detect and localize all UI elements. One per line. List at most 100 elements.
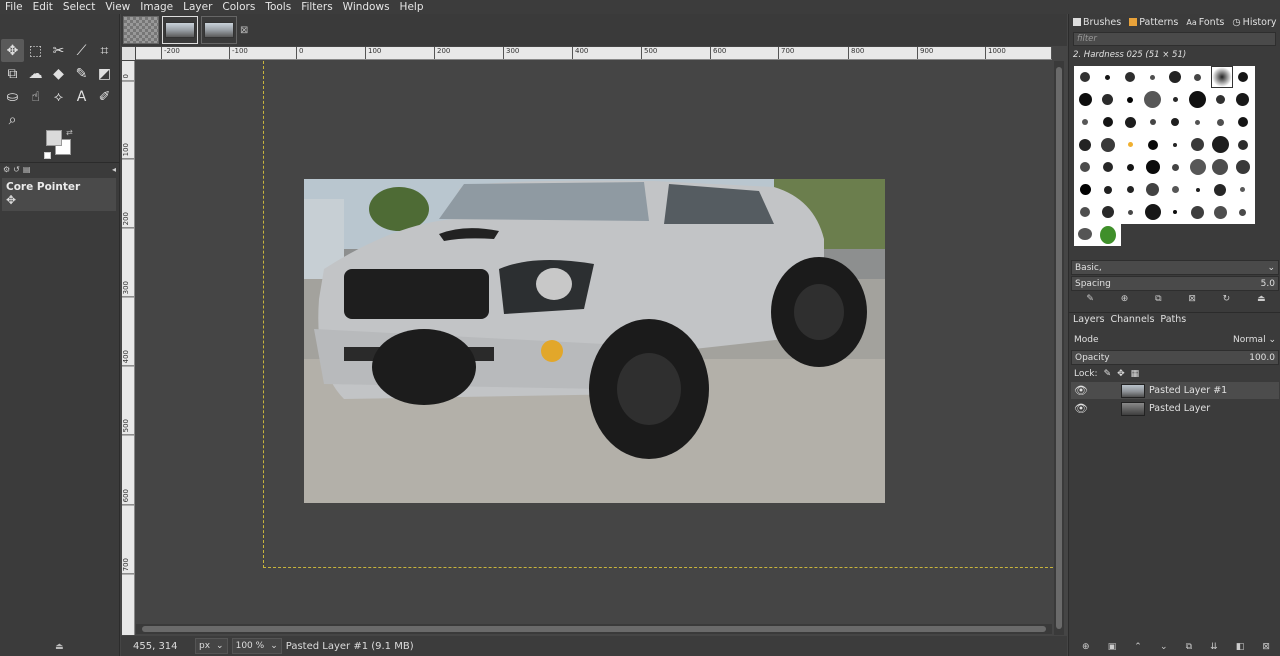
brush-item[interactable] bbox=[1146, 183, 1160, 197]
lower-layer-icon[interactable]: ⌄ bbox=[1160, 642, 1168, 654]
mask-icon[interactable]: ◧ bbox=[1236, 642, 1245, 654]
brush-item[interactable] bbox=[1189, 91, 1207, 109]
zoom-tool-icon[interactable]: ⌕ bbox=[1, 108, 24, 131]
brush-item[interactable] bbox=[1172, 97, 1178, 103]
menu-tools[interactable]: Tools bbox=[260, 0, 296, 14]
raise-layer-icon[interactable]: ⌃ bbox=[1134, 642, 1142, 654]
eraser-tool-icon[interactable]: ◩ bbox=[93, 62, 116, 85]
layer-row[interactable]: 👁 Pasted Layer bbox=[1071, 400, 1279, 417]
brush-item[interactable] bbox=[1237, 117, 1248, 128]
brush-item[interactable] bbox=[1080, 162, 1091, 173]
brush-item[interactable] bbox=[1240, 187, 1246, 193]
canvas[interactable] bbox=[136, 61, 1063, 635]
default-colors-icon[interactable] bbox=[44, 152, 51, 159]
brush-item[interactable] bbox=[1173, 210, 1178, 215]
brush-item[interactable] bbox=[1150, 74, 1156, 80]
menu-edit[interactable]: Edit bbox=[28, 0, 58, 14]
scissors-tool-icon[interactable]: ✂ bbox=[47, 39, 70, 62]
menu-view[interactable]: View bbox=[100, 0, 135, 14]
move-tool-icon[interactable]: ✥ bbox=[1, 39, 24, 62]
brush-grid[interactable] bbox=[1074, 66, 1255, 224]
reset-icon[interactable]: ⏏ bbox=[55, 642, 64, 652]
horizontal-scrollbar-thumb[interactable] bbox=[142, 626, 1046, 632]
brush-item[interactable] bbox=[1080, 207, 1091, 218]
clone-tool-icon[interactable]: ⛀ bbox=[1, 85, 24, 108]
spacing-slider[interactable]: Spacing 5.0 bbox=[1071, 276, 1279, 291]
color-swatches[interactable]: ⇄ bbox=[44, 128, 76, 160]
color-picker-tool-icon[interactable]: ✐ bbox=[93, 85, 116, 108]
menu-help[interactable]: Help bbox=[395, 0, 429, 14]
brush-item[interactable] bbox=[1144, 204, 1161, 221]
brush-item[interactable] bbox=[1191, 138, 1205, 152]
duplicate-layer-icon[interactable]: ⧉ bbox=[1186, 642, 1192, 654]
undo-history-tab-icon[interactable]: ▤ bbox=[23, 165, 31, 174]
brush-item[interactable] bbox=[1239, 208, 1247, 216]
brush-item[interactable] bbox=[1147, 139, 1158, 150]
swap-colors-icon[interactable]: ⇄ bbox=[66, 128, 73, 137]
brush-preset-select[interactable]: Basic, ⌄ bbox=[1071, 260, 1279, 275]
refresh-brushes-icon[interactable]: ↻ bbox=[1223, 294, 1231, 308]
menu-colors[interactable]: Colors bbox=[217, 0, 260, 14]
brush-item[interactable] bbox=[1235, 160, 1250, 175]
eye-icon[interactable]: 👁 bbox=[1071, 384, 1091, 397]
brush-item[interactable] bbox=[1125, 72, 1136, 83]
brush-item[interactable] bbox=[1100, 226, 1116, 244]
warp-tool-icon[interactable]: ☁ bbox=[24, 62, 47, 85]
transform-tool-icon[interactable]: ⧉ bbox=[1, 62, 24, 85]
tab-channels[interactable]: Channels bbox=[1110, 314, 1154, 325]
brush-item[interactable] bbox=[1171, 186, 1179, 194]
brush-item[interactable] bbox=[1191, 205, 1205, 219]
brush-item[interactable] bbox=[1145, 160, 1160, 175]
brush-item[interactable] bbox=[1126, 186, 1134, 194]
brush-item[interactable] bbox=[1079, 138, 1092, 151]
delete-layer-icon[interactable]: ⊠ bbox=[1262, 642, 1270, 654]
brush-item[interactable] bbox=[1195, 119, 1201, 125]
brush-item[interactable] bbox=[1194, 73, 1202, 81]
brush-item[interactable] bbox=[1171, 163, 1179, 171]
brush-item[interactable] bbox=[1215, 95, 1225, 105]
fuzzy-select-tool-icon[interactable]: ⟋ bbox=[70, 39, 93, 62]
text-tool-icon[interactable]: A bbox=[70, 85, 93, 108]
eye-icon[interactable]: 👁 bbox=[1071, 402, 1091, 415]
brush-item[interactable] bbox=[1216, 118, 1224, 126]
device-status-tab-icon[interactable]: ↺ bbox=[13, 165, 20, 174]
horizontal-scrollbar[interactable] bbox=[136, 624, 1052, 634]
brush-item[interactable] bbox=[1169, 71, 1182, 84]
vertical-scrollbar[interactable] bbox=[1054, 61, 1064, 635]
new-brush-icon[interactable]: ⊕ bbox=[1121, 294, 1129, 308]
brush-item[interactable] bbox=[1127, 96, 1134, 103]
unit-select[interactable]: px ⌄ bbox=[195, 638, 228, 654]
brush-item[interactable] bbox=[1213, 205, 1227, 219]
menu-file[interactable]: File bbox=[0, 0, 28, 14]
delete-brush-icon[interactable]: ⊠ bbox=[1188, 294, 1196, 308]
brush-item[interactable] bbox=[1078, 93, 1092, 107]
brush-item[interactable] bbox=[1171, 118, 1180, 127]
brush-item[interactable] bbox=[1211, 136, 1229, 154]
lock-position-icon[interactable]: ✥ bbox=[1117, 369, 1125, 379]
paintbrush-tool-icon[interactable]: ✎ bbox=[70, 62, 93, 85]
brush-item[interactable] bbox=[1078, 228, 1092, 240]
image-tab-1[interactable] bbox=[123, 16, 159, 44]
brush-item[interactable] bbox=[1214, 183, 1227, 196]
brush-item[interactable] bbox=[1124, 116, 1136, 128]
menu-layer[interactable]: Layer bbox=[178, 0, 217, 14]
brush-item[interactable] bbox=[1126, 163, 1134, 171]
horizontal-ruler[interactable]: -200 -100 0 100 200 300 400 500 600 700 800 900 1000… bbox=[136, 47, 1052, 60]
duplicate-brush-icon[interactable]: ⧉ bbox=[1155, 294, 1161, 308]
tab-fonts[interactable]: Aa Fonts bbox=[1186, 17, 1224, 28]
lock-alpha-icon[interactable]: ▦ bbox=[1131, 369, 1140, 379]
menu-windows[interactable]: Windows bbox=[338, 0, 395, 14]
brush-item[interactable] bbox=[1102, 94, 1114, 106]
brush-item[interactable] bbox=[1079, 184, 1091, 196]
brush-item[interactable] bbox=[1127, 142, 1133, 148]
opacity-slider[interactable]: Opacity 100.0 bbox=[1071, 350, 1279, 365]
brush-item[interactable] bbox=[1080, 72, 1091, 83]
brush-item[interactable] bbox=[1101, 206, 1114, 219]
tab-layers[interactable]: Layers bbox=[1073, 314, 1104, 325]
tool-options-tab-icon[interactable]: ⚙ bbox=[3, 165, 10, 174]
menu-select[interactable]: Select bbox=[58, 0, 100, 14]
brush-item[interactable] bbox=[1144, 91, 1162, 109]
brush-item[interactable] bbox=[1195, 187, 1200, 192]
vertical-scrollbar-thumb[interactable] bbox=[1056, 67, 1062, 629]
brush-item[interactable] bbox=[1149, 119, 1156, 126]
